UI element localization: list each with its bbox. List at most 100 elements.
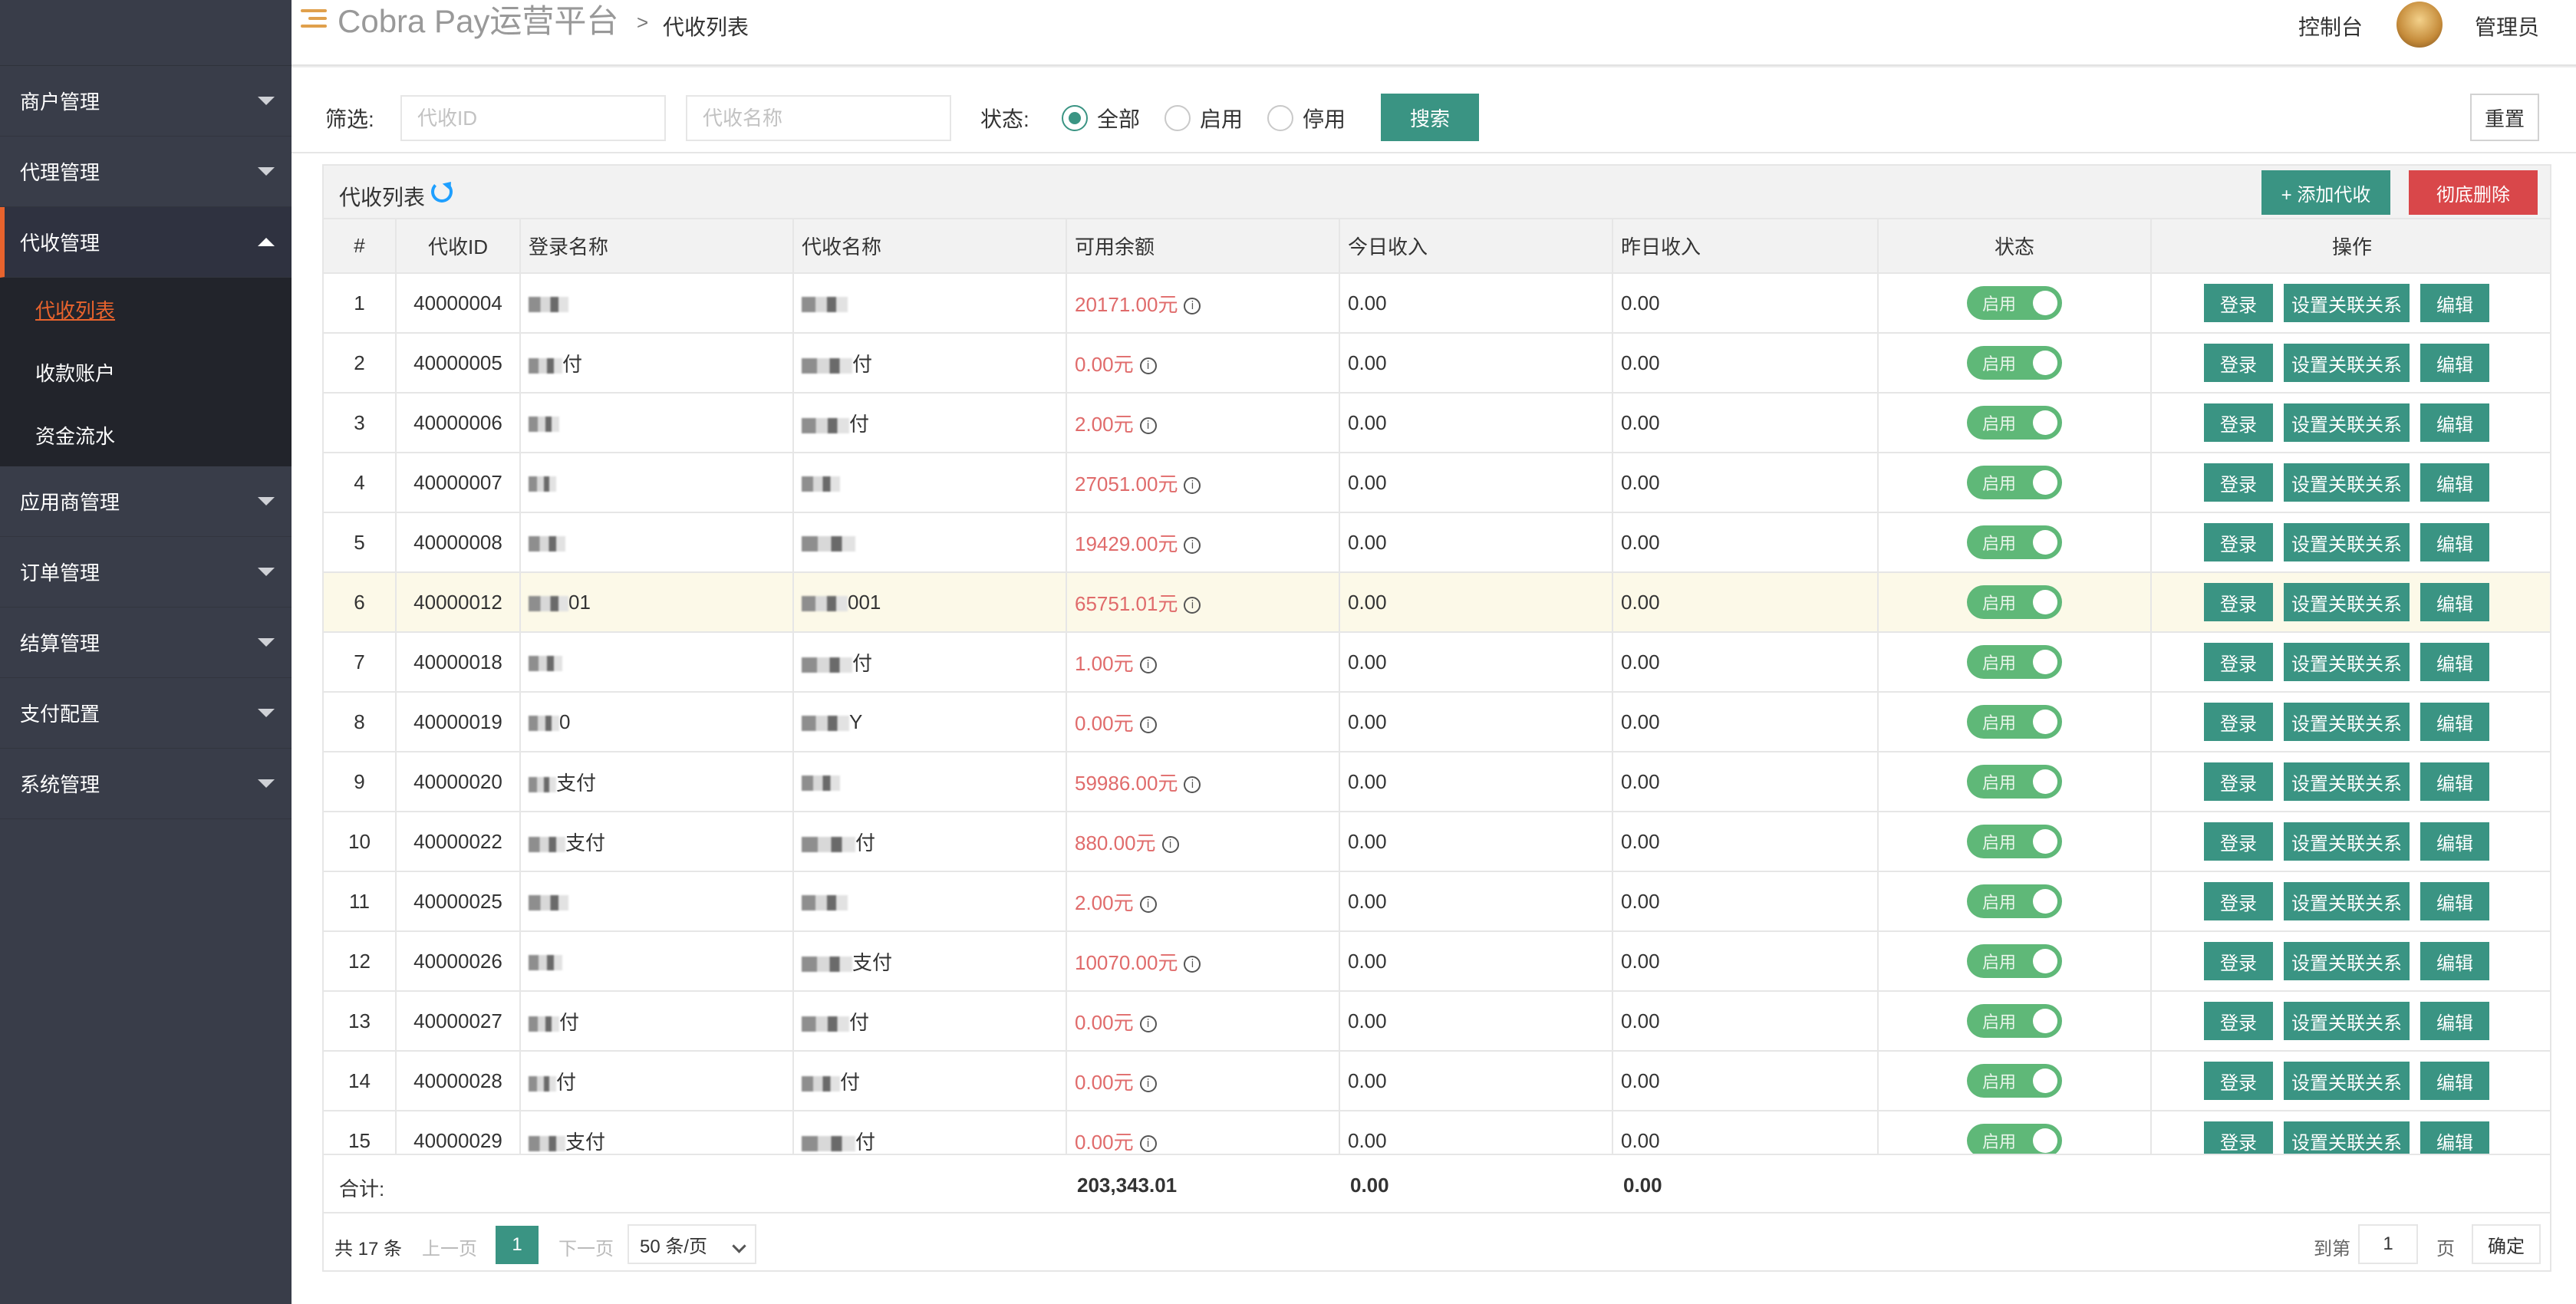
edit-button[interactable]: 编辑 <box>2420 942 2489 980</box>
status-toggle[interactable]: 启用 <box>1967 406 2062 440</box>
sidebar-subitem-fund-flow[interactable]: 资金流水 <box>0 403 292 466</box>
prev-page-button[interactable]: 上一页 <box>422 1233 477 1260</box>
page-size-select[interactable]: 50 条/页 <box>628 1224 756 1264</box>
add-collection-button[interactable]: + 添加代收 <box>2261 170 2390 215</box>
status-radio-enabled[interactable]: 启用 <box>1164 103 1243 133</box>
table-row[interactable]: 12 40000026 支付 10070.00元 i 0.00 0.00 启用 登录 设置关联关系… <box>324 931 2550 992</box>
edit-button[interactable]: 编辑 <box>2420 882 2489 920</box>
info-icon[interactable]: i <box>1139 1015 1157 1032</box>
sidebar-item-payment-config[interactable]: 支付配置 <box>0 678 292 749</box>
info-icon[interactable]: i <box>1184 775 1201 793</box>
info-icon[interactable]: i <box>1139 656 1157 673</box>
console-link[interactable]: 控制台 <box>2298 11 2363 41</box>
status-toggle[interactable]: 启用 <box>1967 1004 2062 1038</box>
edit-button[interactable]: 编辑 <box>2420 643 2489 681</box>
login-button[interactable]: 登录 <box>2204 762 2273 801</box>
edit-button[interactable]: 编辑 <box>2420 822 2489 861</box>
edit-button[interactable]: 编辑 <box>2420 1062 2489 1100</box>
info-icon[interactable]: i <box>1139 895 1157 913</box>
set-relation-button[interactable]: 设置关联关系 <box>2284 822 2410 861</box>
set-relation-button[interactable]: 设置关联关系 <box>2284 403 2410 442</box>
sidebar-subitem-receiving-account[interactable]: 收款账户 <box>0 341 292 403</box>
edit-button[interactable]: 编辑 <box>2420 583 2489 621</box>
set-relation-button[interactable]: 设置关联关系 <box>2284 463 2410 502</box>
status-toggle[interactable]: 启用 <box>1967 884 2062 918</box>
login-button[interactable]: 登录 <box>2204 643 2273 681</box>
next-page-button[interactable]: 下一页 <box>558 1233 614 1260</box>
sidebar-item-merchant[interactable]: 商户管理 <box>0 66 292 137</box>
edit-button[interactable]: 编辑 <box>2420 403 2489 442</box>
status-toggle[interactable]: 启用 <box>1967 765 2062 799</box>
table-row[interactable]: 7 40000018 付 1.00元 i 0.00 0.00 启用 登录 设置关联关系 编辑 <box>324 632 2550 693</box>
status-toggle[interactable]: 启用 <box>1967 1124 2062 1157</box>
edit-button[interactable]: 编辑 <box>2420 344 2489 382</box>
login-button[interactable]: 登录 <box>2204 344 2273 382</box>
table-row[interactable]: 13 40000027 付 付 0.00元 i 0.00 0.00 启用 登录 设置关联关系 编辑 <box>324 991 2550 1052</box>
table-row[interactable]: 9 40000020 支付 59986.00元 i 0.00 0.00 启用 登录 设置关联关系编… <box>324 752 2550 812</box>
login-button[interactable]: 登录 <box>2204 403 2273 442</box>
menu-toggle-icon[interactable] <box>301 8 327 29</box>
table-row[interactable]: 11 40000025 2.00元 i 0.00 0.00 启用 登录 设置关联关系 编辑 <box>324 871 2550 932</box>
status-toggle[interactable]: 启用 <box>1967 944 2062 978</box>
sidebar-item-agent[interactable]: 代理管理 <box>0 137 292 207</box>
table-row[interactable]: 5 40000008 19429.00元 i 0.00 0.00 启用 登录 设置关联关系 编辑 <box>324 512 2550 573</box>
sidebar-item-collection[interactable]: 代收管理 <box>0 207 292 278</box>
status-toggle[interactable]: 启用 <box>1967 705 2062 739</box>
search-button[interactable]: 搜索 <box>1381 94 1479 141</box>
page-number-current[interactable]: 1 <box>496 1226 539 1264</box>
status-radio-disabled[interactable]: 停用 <box>1267 103 1346 133</box>
sidebar-subitem-collection-list[interactable]: 代收列表 <box>0 278 292 341</box>
edit-button[interactable]: 编辑 <box>2420 284 2489 322</box>
table-row[interactable]: 4 40000007 27051.00元 i 0.00 0.00 启用 登录 设置关联关系 编辑 <box>324 453 2550 513</box>
info-icon[interactable]: i <box>1184 596 1201 614</box>
info-icon[interactable]: i <box>1139 1134 1157 1152</box>
goto-confirm-button[interactable]: 确定 <box>2472 1224 2541 1264</box>
table-row[interactable]: 6 40000012 01 001 65751.01元 i 0.00 0.00 启用 登录 设置关联… <box>324 572 2550 633</box>
login-button[interactable]: 登录 <box>2204 284 2273 322</box>
set-relation-button[interactable]: 设置关联关系 <box>2284 1002 2410 1040</box>
login-button[interactable]: 登录 <box>2204 1002 2273 1040</box>
info-icon[interactable]: i <box>1139 357 1157 374</box>
goto-page-input[interactable]: 1 <box>2358 1224 2418 1264</box>
table-row[interactable]: 10 40000022 支付 付 880.00元 i 0.00 0.00 启用 登录 设置关联关系编… <box>324 812 2550 872</box>
login-button[interactable]: 登录 <box>2204 523 2273 561</box>
status-toggle[interactable]: 启用 <box>1967 466 2062 499</box>
info-icon[interactable]: i <box>1184 955 1201 973</box>
login-button[interactable]: 登录 <box>2204 942 2273 980</box>
user-menu[interactable]: 管理员 <box>2475 11 2539 41</box>
status-toggle[interactable]: 启用 <box>1967 825 2062 858</box>
status-toggle[interactable]: 启用 <box>1967 286 2062 320</box>
login-button[interactable]: 登录 <box>2204 703 2273 741</box>
edit-button[interactable]: 编辑 <box>2420 463 2489 502</box>
sidebar-item-app-vendor[interactable]: 应用商管理 <box>0 466 292 537</box>
table-row[interactable]: 8 40000019 0 Y 0.00元 i 0.00 0.00 启用 登录 设置关联关系 编辑 <box>324 692 2550 752</box>
collection-name-input[interactable] <box>686 95 951 141</box>
login-button[interactable]: 登录 <box>2204 463 2273 502</box>
status-toggle[interactable]: 启用 <box>1967 645 2062 679</box>
status-toggle[interactable]: 启用 <box>1967 525 2062 559</box>
avatar[interactable] <box>2396 2 2443 48</box>
set-relation-button[interactable]: 设置关联关系 <box>2284 882 2410 920</box>
status-toggle[interactable]: 启用 <box>1967 585 2062 619</box>
delete-button[interactable]: 彻底删除 <box>2409 170 2538 215</box>
login-button[interactable]: 登录 <box>2204 822 2273 861</box>
login-button[interactable]: 登录 <box>2204 1062 2273 1100</box>
login-button[interactable]: 登录 <box>2204 583 2273 621</box>
table-row[interactable]: 14 40000028 付 付 0.00元 i 0.00 0.00 启用 登录 设置关联关系 编辑 <box>324 1051 2550 1111</box>
info-icon[interactable]: i <box>1184 476 1201 494</box>
collection-id-input[interactable] <box>400 95 666 141</box>
info-icon[interactable]: i <box>1184 297 1201 314</box>
set-relation-button[interactable]: 设置关联关系 <box>2284 344 2410 382</box>
set-relation-button[interactable]: 设置关联关系 <box>2284 583 2410 621</box>
sidebar-item-settlement[interactable]: 结算管理 <box>0 608 292 678</box>
edit-button[interactable]: 编辑 <box>2420 1002 2489 1040</box>
login-button[interactable]: 登录 <box>2204 882 2273 920</box>
status-toggle[interactable]: 启用 <box>1967 1064 2062 1098</box>
edit-button[interactable]: 编辑 <box>2420 762 2489 801</box>
sidebar-item-system[interactable]: 系统管理 <box>0 749 292 819</box>
set-relation-button[interactable]: 设置关联关系 <box>2284 523 2410 561</box>
set-relation-button[interactable]: 设置关联关系 <box>2284 1062 2410 1100</box>
table-row[interactable]: 2 40000005 付 付 0.00元 i 0.00 0.00 启用 登录 设置关联关系 编辑 <box>324 333 2550 394</box>
refresh-icon[interactable] <box>431 181 453 203</box>
status-toggle[interactable]: 启用 <box>1967 346 2062 380</box>
